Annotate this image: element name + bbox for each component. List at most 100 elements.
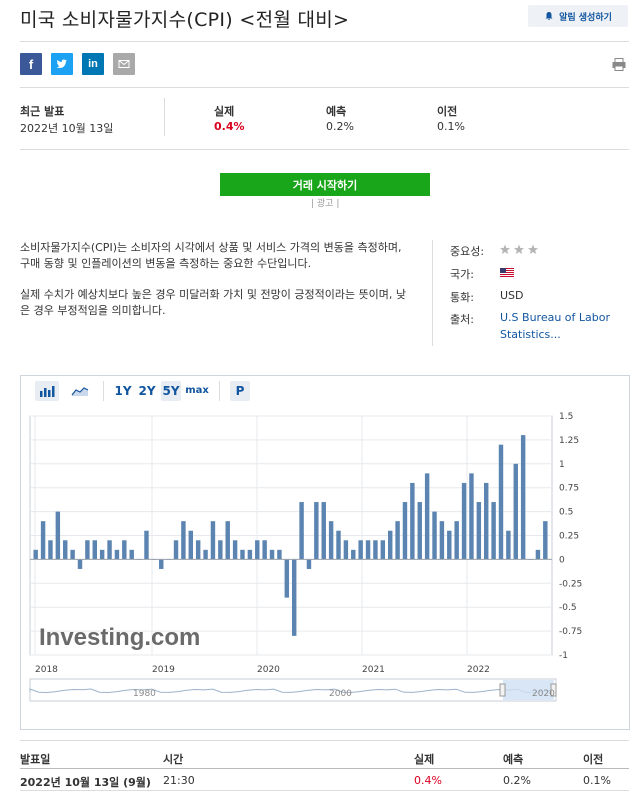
chart-bar <box>159 559 164 569</box>
chart-bar <box>373 540 378 560</box>
x-tick-label: 2022 <box>467 665 490 675</box>
chart-bar <box>63 540 68 560</box>
chart-bar <box>461 482 467 560</box>
chart-bar <box>277 549 282 560</box>
bell-icon <box>545 12 553 20</box>
row-actual: 0.4% <box>414 774 442 787</box>
navigator-handle-left <box>499 683 506 697</box>
chart-bar <box>491 502 496 560</box>
chart-bar <box>173 540 179 560</box>
chart-bar <box>92 540 97 560</box>
y-tick-label: -0.75 <box>559 627 582 637</box>
chart-bar <box>195 540 201 560</box>
chart-bar <box>188 530 194 560</box>
importance-label: 중요성: <box>450 245 485 258</box>
chart-bar <box>498 444 504 560</box>
y-tick-label: 1 <box>559 460 565 470</box>
chart-bar <box>269 549 275 560</box>
row-forecast: 0.2% <box>503 774 531 787</box>
row-time: 21:30 <box>163 774 195 787</box>
chart-bar <box>387 530 393 560</box>
chart-bar <box>55 511 61 560</box>
chart-bar <box>48 540 53 560</box>
chart-bar <box>343 540 349 560</box>
actual-label: 실제 <box>214 105 235 118</box>
chart-bar <box>114 549 120 560</box>
divider <box>20 790 629 791</box>
navigator-tick-label: 2000 <box>329 689 352 699</box>
x-tick-label: 2018 <box>35 665 58 675</box>
navigator-tick-label: 2020 <box>532 689 555 699</box>
cpi-bar-chart: 1.5 1.25 1 0.75 0.5 0.25 0 -0.25 -0.5 -0.75 -1 2018… <box>29 412 582 702</box>
chart-bar <box>218 540 223 560</box>
chart-bar <box>380 540 386 560</box>
chart-bar <box>181 521 186 560</box>
chart-bar <box>395 521 400 560</box>
email-share-button[interactable] <box>113 53 135 75</box>
chart-bar <box>476 502 482 560</box>
divider <box>20 41 629 42</box>
chart-bar <box>358 540 363 560</box>
chart-bar <box>520 435 526 560</box>
chart-bar <box>144 530 149 560</box>
chart-bar <box>225 521 230 560</box>
chart-bar <box>107 540 112 560</box>
facebook-share-button[interactable]: f <box>20 53 42 75</box>
chart-bar <box>365 540 371 560</box>
envelope-icon <box>118 60 130 68</box>
forecast-label: 예측 <box>326 105 347 118</box>
star-icon <box>500 244 538 254</box>
chart-bar <box>85 540 90 560</box>
chart-bar <box>210 521 216 560</box>
linkedin-icon: in <box>88 58 98 70</box>
chart-bar <box>77 559 83 569</box>
y-tick-label: -0.25 <box>559 579 582 589</box>
chart-bar <box>240 549 245 560</box>
chart-bar <box>299 502 304 560</box>
chart-bar <box>447 530 452 560</box>
chart-bar <box>321 502 326 560</box>
chart-bar <box>417 502 422 560</box>
latest-release-label: 최근 발표 <box>20 105 65 118</box>
y-tick-label: 0.25 <box>559 532 579 542</box>
facebook-icon: f <box>28 56 34 72</box>
divider <box>20 740 629 741</box>
chart-bar <box>432 511 437 560</box>
y-tick-label: 0.5 <box>559 508 573 518</box>
create-alert-button[interactable]: 알림 생성하기 <box>528 5 628 27</box>
investing-watermark: Investing.com <box>39 624 200 651</box>
forecast-value: 0.2% <box>326 120 354 133</box>
us-flag-icon <box>500 268 514 277</box>
description-paragraph-2: 실제 수치가 예상치보다 높은 경우 미달러화 가치 및 전망이 긍정적이라는 … <box>20 288 407 317</box>
chart-bar <box>203 549 208 560</box>
source-label: 출처: <box>450 313 474 326</box>
chart-container: 1Y 2Y 5Y max P 1.5 1.25 1 0.75 0.5 0.25 0 -0.25… <box>20 375 630 730</box>
linkedin-share-button[interactable]: in <box>82 53 104 75</box>
twitter-share-button[interactable] <box>51 53 73 75</box>
y-tick-label: 0.75 <box>559 484 579 494</box>
currency-label: 통화: <box>450 291 474 304</box>
latest-release-date: 2022년 10월 13일 <box>20 122 114 135</box>
x-tick-label: 2021 <box>362 665 385 675</box>
divider <box>20 768 629 769</box>
source-link[interactable]: U.S Bureau of Labor Statistics... <box>500 309 620 343</box>
row-previous: 0.1% <box>583 774 611 787</box>
chart-bar <box>336 530 341 560</box>
y-tick-label: -0.5 <box>559 603 577 613</box>
chart-bar <box>506 530 511 560</box>
divider <box>432 240 433 346</box>
row-date: 2022년 10월 13일 (9월) <box>20 776 151 789</box>
start-trading-button[interactable]: 거래 시작하기 <box>220 173 430 196</box>
chart-bar <box>513 463 518 560</box>
print-icon[interactable] <box>612 58 626 71</box>
chart-bar <box>469 473 474 560</box>
chart-bar <box>262 540 267 560</box>
chart-bar <box>291 559 297 636</box>
previous-value: 0.1% <box>437 120 465 133</box>
navigator-tick-label: 1980 <box>133 689 156 699</box>
table-header-actual: 실제 <box>414 753 435 766</box>
navigator <box>29 678 557 702</box>
create-alert-label: 알림 생성하기 <box>559 12 612 23</box>
x-tick-label: 2019 <box>152 665 175 675</box>
chart-bar <box>99 549 105 560</box>
